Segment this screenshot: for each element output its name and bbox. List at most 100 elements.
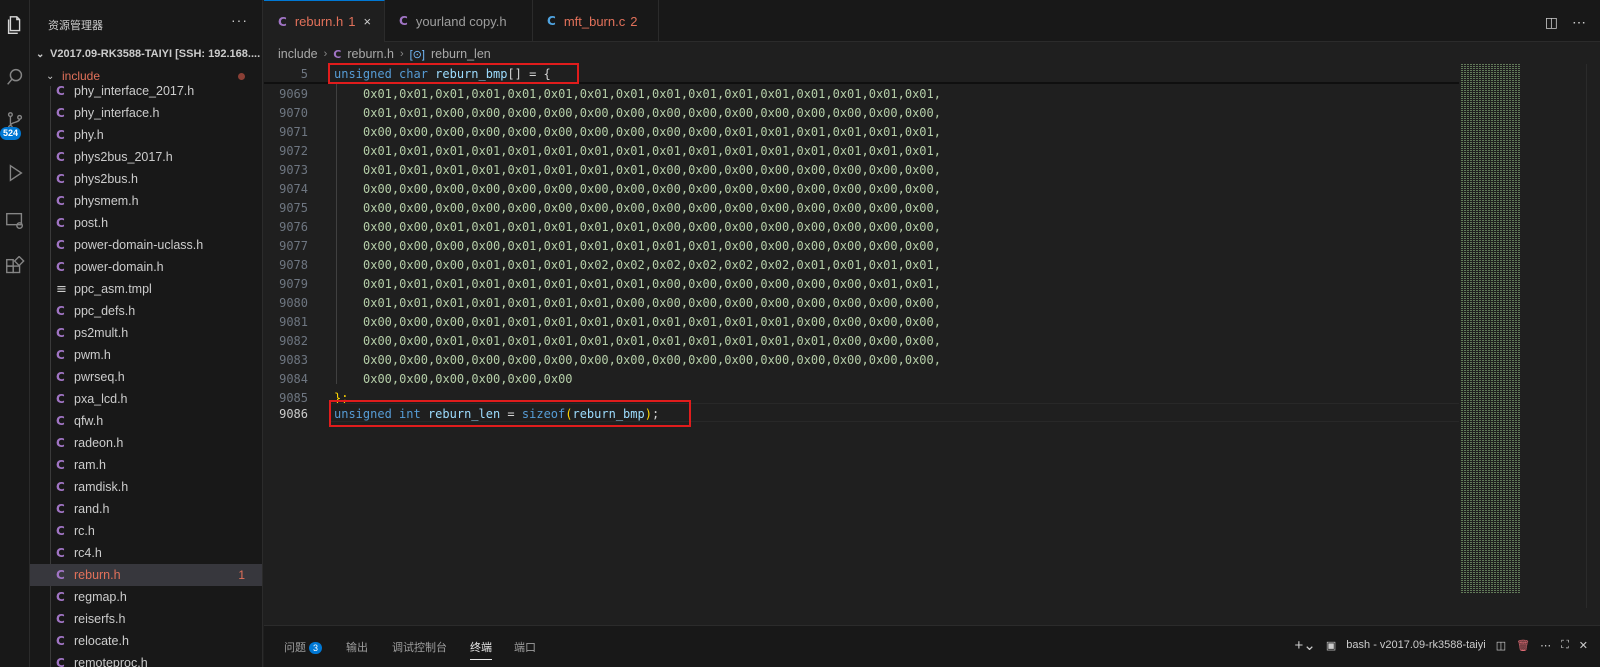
workspace-root-label: V2017.09-RK3588-TAIYI [SSH: 192.168.... xyxy=(50,48,261,60)
more-actions-icon[interactable]: ⋯ xyxy=(1540,639,1551,652)
remote-explorer-icon[interactable] xyxy=(0,204,30,238)
search-icon[interactable] xyxy=(0,60,30,94)
line-number: 9086 xyxy=(279,406,308,421)
extensions-icon[interactable] xyxy=(0,250,30,284)
code-editor[interactable]: 5 unsigned char reburn_bmp[] = { 9069 0x0… xyxy=(264,63,1459,608)
more-actions-icon[interactable]: ⋯ xyxy=(1572,14,1586,31)
file-item[interactable]: Cps2mult.h xyxy=(30,322,262,344)
code-line[interactable]: 9078 0x00,0x00,0x00,0x01,0x01,0x01,0x02,0… xyxy=(264,255,1459,274)
file-item[interactable]: Cram.h xyxy=(30,454,262,476)
code-line[interactable]: 9079 0x01,0x01,0x01,0x01,0x01,0x01,0x01,0… xyxy=(264,274,1459,293)
highlight-box-length xyxy=(329,400,691,427)
file-item[interactable]: Cphy_interface_2017.h xyxy=(30,80,262,102)
code-line[interactable]: 9084 0x00,0x00,0x00,0x00,0x00,0x00 xyxy=(264,369,1459,388)
code-line[interactable]: 9083 0x00,0x00,0x00,0x00,0x00,0x00,0x00,0… xyxy=(264,350,1459,369)
line-number: 9076 xyxy=(279,219,308,234)
file-item[interactable]: Crelocate.h xyxy=(30,630,262,652)
file-item[interactable]: Cppc_defs.h xyxy=(30,300,262,322)
explorer-sidebar: 资源管理器 ··· ⌄ V2017.09-RK3588-TAIYI [SSH: … xyxy=(30,0,263,667)
vertical-scrollbar[interactable] xyxy=(1586,64,1600,608)
c-file-icon: C xyxy=(56,84,65,98)
workspace-root[interactable]: ⌄ V2017.09-RK3588-TAIYI [SSH: 192.168...… xyxy=(30,44,262,64)
trash-icon[interactable]: 🗑 xyxy=(1516,639,1530,652)
maximize-panel-icon[interactable]: ⛶ xyxy=(1561,639,1569,652)
more-actions-icon[interactable]: ··· xyxy=(231,12,248,28)
explorer-icon[interactable] xyxy=(0,8,30,42)
code-line[interactable]: 9071 0x00,0x00,0x00,0x00,0x00,0x00,0x00,0… xyxy=(264,122,1459,141)
file-item[interactable]: Cremoteproc.h xyxy=(30,652,262,667)
close-icon[interactable]: × xyxy=(363,14,371,29)
file-item[interactable]: ≡ ppc_asm.tmpl xyxy=(30,278,262,300)
file-item[interactable]: Cpower-domain.h xyxy=(30,256,262,278)
breadcrumb-file[interactable]: reburn.h xyxy=(347,47,394,61)
file-item[interactable]: Cregmap.h xyxy=(30,586,262,608)
file-item[interactable]: Cpwrseq.h xyxy=(30,366,262,388)
tab-output[interactable]: 输出 xyxy=(346,639,368,655)
run-debug-icon[interactable] xyxy=(0,156,30,190)
file-item[interactable]: Cpxa_lcd.h xyxy=(30,388,262,410)
file-item[interactable]: Cphys2bus.h xyxy=(30,168,262,190)
code-line[interactable]: 9075 0x00,0x00,0x00,0x00,0x00,0x00,0x00,0… xyxy=(264,198,1459,217)
line-number: 9074 xyxy=(279,181,308,196)
c-file-icon: C xyxy=(547,14,556,28)
tab-ports[interactable]: 端口 xyxy=(514,639,536,655)
code-line[interactable]: 9074 0x00,0x00,0x00,0x00,0x00,0x00,0x00,0… xyxy=(264,179,1459,198)
line-number: 9069 xyxy=(279,86,308,101)
tab-problems[interactable]: 问题 3 xyxy=(284,639,323,655)
file-label: regmap.h xyxy=(74,590,127,604)
highlight-box-declaration xyxy=(328,63,579,84)
file-item[interactable]: Crc4.h xyxy=(30,542,262,564)
line-number: 9081 xyxy=(279,314,308,329)
new-terminal-icon[interactable]: +⌄ xyxy=(1295,636,1316,654)
file-item[interactable]: Cqfw.h xyxy=(30,410,262,432)
c-file-icon: C xyxy=(56,590,65,604)
c-file-icon: C xyxy=(56,106,65,120)
line-number: 9078 xyxy=(279,257,308,272)
tab-yourland-copy-h[interactable]: C yourland copy.h xyxy=(385,0,533,42)
file-item[interactable]: Cradeon.h xyxy=(30,432,262,454)
code-line[interactable]: 9081 0x00,0x00,0x00,0x01,0x01,0x01,0x01,0… xyxy=(264,312,1459,331)
file-item-active[interactable]: Creburn.h 1 xyxy=(30,564,262,586)
file-item[interactable]: Crc.h xyxy=(30,520,262,542)
code-line[interactable]: 9073 0x01,0x01,0x01,0x01,0x01,0x01,0x01,0… xyxy=(264,160,1459,179)
code-line[interactable]: 9072 0x01,0x01,0x01,0x01,0x01,0x01,0x01,0… xyxy=(264,141,1459,160)
code-line[interactable]: 9080 0x01,0x01,0x01,0x01,0x01,0x01,0x01,0… xyxy=(264,293,1459,312)
code-line[interactable]: 9070 0x01,0x01,0x00,0x00,0x00,0x00,0x00,0… xyxy=(264,103,1459,122)
c-file-icon: C xyxy=(56,480,65,494)
breadcrumb-symbol[interactable]: reburn_len xyxy=(431,47,491,61)
file-item[interactable]: Cphy.h xyxy=(30,124,262,146)
tab-reburn-h[interactable]: C reburn.h 1 × xyxy=(264,0,385,42)
file-item[interactable]: Cpost.h xyxy=(30,212,262,234)
tab-label: reburn.h xyxy=(294,14,344,29)
code-line[interactable]: 9077 0x00,0x00,0x00,0x00,0x01,0x01,0x01,0… xyxy=(264,236,1459,255)
file-label: remoteproc.h xyxy=(74,656,148,667)
file-item[interactable]: Cphysmem.h xyxy=(30,190,262,212)
code-line[interactable]: 9069 0x01,0x01,0x01,0x01,0x01,0x01,0x01,0… xyxy=(264,84,1459,103)
close-panel-icon[interactable]: ✕ xyxy=(1579,639,1588,652)
file-label: power-domain-uclass.h xyxy=(74,238,204,252)
c-file-icon: C xyxy=(56,458,65,472)
terminal-name[interactable]: bash - v2017.09-rk3588-taiyi xyxy=(1346,639,1485,651)
tab-problem-count: 1 xyxy=(348,14,356,29)
file-item[interactable]: Cpower-domain-uclass.h xyxy=(30,234,262,256)
code-line[interactable]: 9082 0x00,0x00,0x01,0x01,0x01,0x01,0x01,0… xyxy=(264,331,1459,350)
file-item[interactable]: Crand.h xyxy=(30,498,262,520)
tab-mft-burn-c[interactable]: C mft_burn.c 2 xyxy=(533,0,659,42)
tab-terminal[interactable]: 终端 xyxy=(470,639,492,660)
file-label: phy_interface.h xyxy=(74,106,160,120)
file-item[interactable]: Cpwm.h xyxy=(30,344,262,366)
code-line[interactable]: 9076 0x00,0x00,0x01,0x01,0x01,0x01,0x01,0… xyxy=(264,217,1459,236)
code-text: 0x00,0x00,0x00,0x01,0x01,0x01,0x01,0x01,… xyxy=(363,314,941,329)
file-label: physmem.h xyxy=(74,194,139,208)
file-item[interactable]: Cramdisk.h xyxy=(30,476,262,498)
split-terminal-icon[interactable]: ◫ xyxy=(1496,639,1506,652)
minimap[interactable] xyxy=(1459,64,1586,608)
split-editor-icon[interactable]: ◫ xyxy=(1545,14,1558,31)
file-item[interactable]: Cphys2bus_2017.h xyxy=(30,146,262,168)
breadcrumb-folder[interactable]: include xyxy=(278,47,318,61)
file-label: reiserfs.h xyxy=(74,612,126,626)
file-item[interactable]: Cphy_interface.h xyxy=(30,102,262,124)
c-file-icon: C xyxy=(56,194,65,208)
file-item[interactable]: Creiserfs.h xyxy=(30,608,262,630)
tab-debug-console[interactable]: 调试控制台 xyxy=(392,639,447,655)
